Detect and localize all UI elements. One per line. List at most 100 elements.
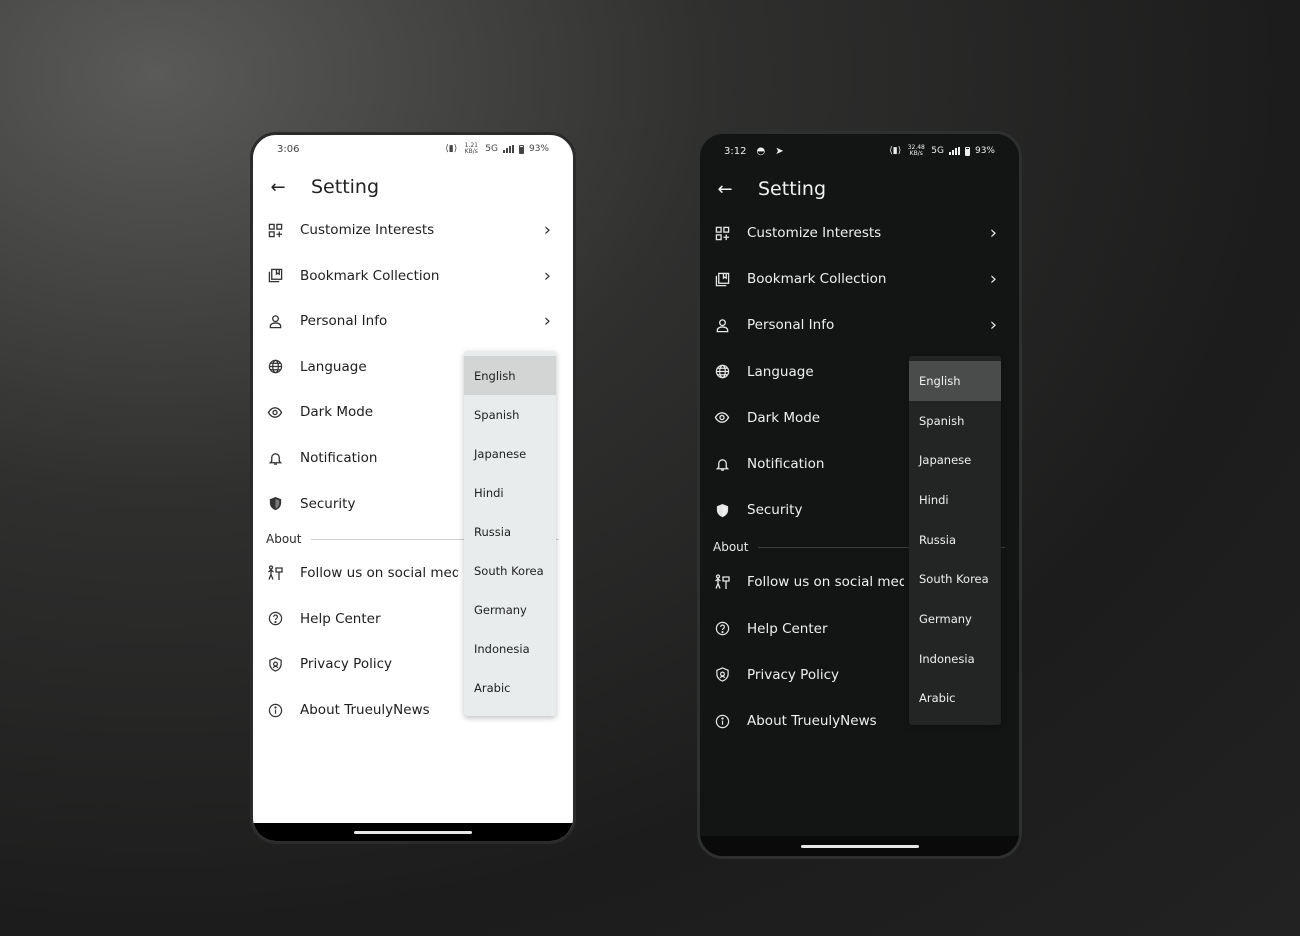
language-option-japanese[interactable]: Japanese <box>464 434 556 473</box>
settings-item-label: Personal Info <box>747 317 835 334</box>
settings-item-label: Privacy Policy <box>747 666 840 683</box>
back-arrow-icon[interactable]: ← <box>267 176 289 198</box>
user-icon <box>714 317 730 333</box>
chevron-right-icon: › <box>989 314 997 336</box>
phone-dark: 3:12 ◓ ➤ ⟨▮⟩ 32.48 KB/s 5G 93% ← Setting… <box>697 131 1022 859</box>
settings-item-bookmark-collection[interactable]: Bookmark Collection › <box>700 256 1019 302</box>
settings-item-label: About TrueulyNews <box>747 713 877 729</box>
net-speed: 1.21 KB/s <box>464 142 478 155</box>
settings-item-label: Language <box>300 358 367 375</box>
net-speed: 32.48 KB/s <box>907 144 925 157</box>
language-option-south-korea[interactable]: South Korea <box>464 551 556 590</box>
language-option-germany[interactable]: Germany <box>909 599 1001 639</box>
chevron-right-icon: › <box>543 310 551 332</box>
settings-item-follow-us-on-social-media[interactable]: Follow us on social media <box>253 550 458 596</box>
settings-item-privacy-policy[interactable]: Privacy Policy <box>700 652 904 698</box>
shield-icon <box>267 496 283 512</box>
header: ← Setting <box>253 169 573 205</box>
bookmark-stack-icon <box>714 271 730 287</box>
settings-item-customize-interests[interactable]: Customize Interests › <box>700 210 1019 256</box>
info-icon <box>714 713 730 729</box>
battery-level: 93% <box>974 146 995 156</box>
settings-item-label: Notification <box>747 456 825 472</box>
header: ← Setting <box>700 171 1019 207</box>
status-time: 3:12 <box>724 145 747 157</box>
language-option-spanish[interactable]: Spanish <box>909 401 1001 441</box>
settings-item-bookmark-collection[interactable]: Bookmark Collection › <box>253 253 573 299</box>
bookmark-stack-icon <box>267 268 283 284</box>
help-icon <box>714 621 730 637</box>
settings-item-label: Notification <box>300 450 378 466</box>
globe-icon <box>714 364 730 380</box>
globe-icon <box>267 359 283 375</box>
nav-bar <box>253 823 573 841</box>
network-type: 5G <box>931 146 944 156</box>
signal-icon <box>502 145 514 153</box>
settings-item-label: Customize Interests <box>300 222 435 238</box>
back-arrow-icon[interactable]: ← <box>714 178 736 200</box>
settings-item-personal-info[interactable]: Personal Info › <box>700 302 1019 348</box>
network-type: 5G <box>485 144 498 154</box>
language-dropdown[interactable]: English Spanish Japanese Hindi Russia South K… <box>909 356 1001 725</box>
info-icon <box>267 702 283 718</box>
battery-icon <box>518 144 524 154</box>
settings-item-privacy-policy[interactable]: Privacy Policy <box>253 641 458 687</box>
social-icon <box>714 574 730 590</box>
settings-item-label: Bookmark Collection <box>300 267 440 284</box>
language-option-arabic[interactable]: Arabic <box>464 668 556 707</box>
home-indicator[interactable] <box>354 830 472 834</box>
vibrate-icon: ⟨▮⟩ <box>445 144 458 154</box>
language-option-hindi[interactable]: Hindi <box>909 480 1001 520</box>
settings-item-help-center[interactable]: Help Center <box>253 596 458 642</box>
settings-item-label: Follow us on social media <box>747 574 904 591</box>
settings-item-label: Language <box>747 363 814 380</box>
language-option-english[interactable]: English <box>464 356 556 395</box>
language-dropdown[interactable]: English Spanish Japanese Hindi Russia South K… <box>464 351 556 716</box>
settings-item-label: Follow us on social media <box>300 565 458 582</box>
language-option-germany[interactable]: Germany <box>464 590 556 629</box>
settings-item-label: About TrueulyNews <box>300 702 430 718</box>
language-option-japanese[interactable]: Japanese <box>909 440 1001 480</box>
eye-icon <box>714 410 730 426</box>
chevron-right-icon: › <box>989 222 997 244</box>
settings-item-label: Help Center <box>747 620 828 637</box>
home-indicator[interactable] <box>800 844 919 848</box>
settings-item-label: Personal Info <box>300 313 388 330</box>
privacy-shield-icon <box>714 667 730 683</box>
settings-item-follow-us-on-social-media[interactable]: Follow us on social media <box>700 559 904 605</box>
status-time: 3:06 <box>277 143 300 155</box>
language-option-south-korea[interactable]: South Korea <box>909 559 1001 599</box>
settings-item-label: Security <box>747 502 803 519</box>
battery-level: 93% <box>528 144 549 154</box>
language-option-russia[interactable]: Russia <box>464 512 556 551</box>
bell-icon <box>267 450 283 466</box>
settings-item-label: Dark Mode <box>300 404 374 421</box>
page-title: Setting <box>758 178 827 200</box>
language-option-indonesia[interactable]: Indonesia <box>909 639 1001 679</box>
language-option-english[interactable]: English <box>909 361 1001 401</box>
language-option-russia[interactable]: Russia <box>909 520 1001 560</box>
social-icon <box>267 565 283 581</box>
nav-bar <box>700 836 1019 856</box>
language-option-arabic[interactable]: Arabic <box>909 679 1001 719</box>
status-bar: 3:06 ⟨▮⟩ 1.21 KB/s 5G 93% <box>253 135 573 163</box>
bell-icon <box>714 456 730 472</box>
settings-item-label: Bookmark Collection <box>747 271 887 288</box>
app-notification-icon: ◓ <box>756 145 766 157</box>
battery-icon <box>964 146 970 156</box>
chevron-right-icon: › <box>543 265 551 287</box>
language-option-spanish[interactable]: Spanish <box>464 395 556 434</box>
settings-item-personal-info[interactable]: Personal Info › <box>253 298 573 344</box>
page-title: Setting <box>311 176 380 198</box>
language-option-indonesia[interactable]: Indonesia <box>464 629 556 668</box>
section-title: About <box>713 540 749 555</box>
language-option-hindi[interactable]: Hindi <box>464 473 556 512</box>
grid-plus-icon <box>714 225 730 241</box>
settings-item-customize-interests[interactable]: Customize Interests › <box>253 207 573 253</box>
signal-icon <box>948 147 960 155</box>
status-bar: 3:12 ◓ ➤ ⟨▮⟩ 32.48 KB/s 5G 93% <box>700 137 1019 165</box>
shield-icon <box>714 502 730 518</box>
vibrate-icon: ⟨▮⟩ <box>889 146 902 156</box>
settings-item-help-center[interactable]: Help Center <box>700 606 904 652</box>
chevron-right-icon: › <box>543 219 551 241</box>
